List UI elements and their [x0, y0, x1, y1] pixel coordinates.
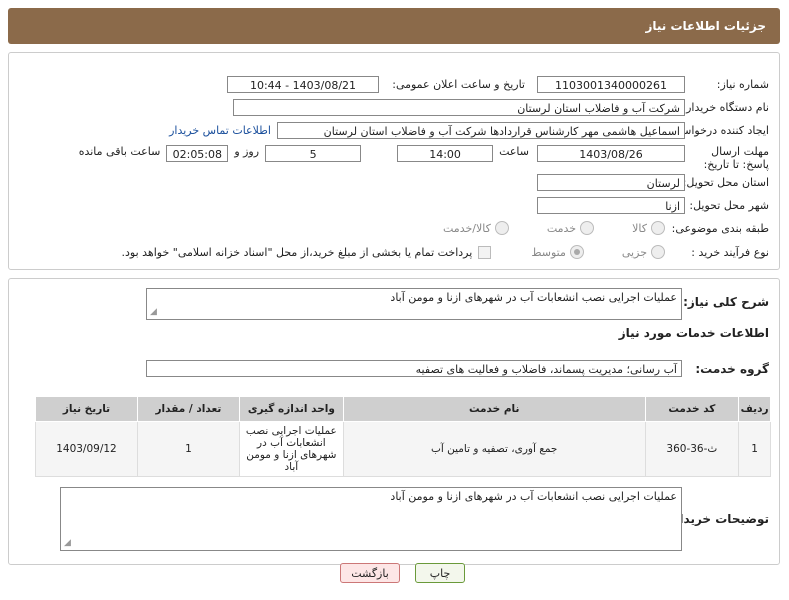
resize-handle-icon[interactable]: ◢	[150, 307, 157, 317]
process-radio-medium[interactable]	[569, 245, 584, 259]
col-header-service-code: کد خدمت	[644, 396, 740, 422]
cell-quantity: 1	[136, 421, 240, 477]
city-row: شهر محل تحویل: ازنا	[537, 197, 769, 214]
category-radio-goods[interactable]	[651, 221, 665, 235]
city-field[interactable]: ازنا	[537, 197, 685, 214]
service-group-field[interactable]: آب رسانی؛ مدیریت پسماند، فاضلاب و فعالیت…	[146, 360, 682, 377]
service-group-label: گروه خدمت:	[695, 362, 769, 376]
page-header: جزئیات اطلاعات نیاز	[8, 8, 780, 44]
days-label: روز و	[234, 145, 260, 158]
buyer-notes-label: توضیحات خریدار:	[667, 512, 769, 526]
summary-textarea[interactable]: عملیات اجرایی نصب انشعابات آب در شهرهای …	[146, 288, 682, 320]
table-header-row: ردیف کد خدمت نام خدمت واحد اندازه گیری ت…	[35, 396, 771, 422]
buyer-org-label: نام دستگاه خریدار:	[682, 101, 769, 114]
need-number-label: شماره نیاز:	[716, 78, 769, 91]
table-row[interactable]: 1 ث-36-360 جمع آوری، تصفیه و تامین آب عم…	[35, 421, 771, 477]
services-table: ردیف کد خدمت نام خدمت واحد اندازه گیری ت…	[35, 396, 771, 477]
remaining-time-field[interactable]: 02:05:08	[166, 145, 229, 162]
buyer-org-row: نام دستگاه خریدار: شرکت آب و فاضلاب استا…	[233, 99, 769, 116]
cell-service-code: ث-36-360	[644, 421, 740, 477]
cell-row-number: 1	[738, 421, 771, 477]
remaining-label: ساعت باقی مانده	[78, 145, 161, 158]
services-panel: شرح کلی نیاز: عملیات اجرایی نصب انشعابات…	[8, 278, 780, 565]
days-field[interactable]: 5	[265, 145, 362, 162]
deadline-row: مهلت ارسال پاسخ: تا تاریخ: 1403/08/26 سا…	[79, 145, 769, 171]
process-radio-minor[interactable]	[651, 245, 665, 259]
deadline-label: مهلت ارسال پاسخ: تا تاریخ:	[703, 145, 769, 171]
col-header-row-number: ردیف	[738, 396, 771, 422]
buyer-notes-textarea[interactable]: عملیات اجرایی نصب انشعابات آب در شهرهای …	[60, 487, 682, 551]
category-radio-both[interactable]	[494, 221, 509, 235]
category-row: طبقه بندی موضوعی: کالا خدمت کالا/خدمت	[443, 221, 769, 235]
col-header-quantity: تعداد / مقدار	[136, 396, 240, 422]
category-label: طبقه بندی موضوعی:	[671, 221, 769, 235]
category-radio-service[interactable]	[580, 221, 595, 235]
page-title: جزئیات اطلاعات نیاز	[645, 19, 766, 33]
resize-handle-icon[interactable]: ◢	[64, 538, 71, 548]
summary-label: شرح کلی نیاز:	[683, 295, 769, 309]
cell-unit: عملیات اجرایی نصب انشعابات آب در شهرهای …	[238, 421, 344, 477]
need-details-page: جزئیات اطلاعات نیاز شماره نیاز: 11030013…	[8, 8, 780, 565]
announce-label: تاریخ و ساعت اعلان عمومی:	[392, 78, 525, 91]
announce-field[interactable]: 1403/08/21 - 10:44	[227, 76, 379, 93]
process-row: نوع فرآیند خرید : جزیی متوسط پرداخت تمام…	[122, 245, 769, 259]
process-medium-label: متوسط	[531, 245, 566, 259]
need-number-field[interactable]: 1103001340000261	[537, 76, 685, 93]
process-label: نوع فرآیند خرید :	[691, 245, 769, 259]
cell-need-date: 1403/09/12	[35, 421, 138, 477]
province-label: استان محل تحویل:	[682, 176, 769, 189]
buyer-org-field[interactable]: شرکت آب و فاضلاب استان لرستان	[233, 99, 685, 116]
cell-service-name: جمع آوری، تصفیه و تامین آب	[342, 421, 646, 477]
services-title: اطلاعات خدمات مورد نیاز	[618, 326, 769, 340]
process-minor-label: جزیی	[621, 245, 647, 259]
category-goods-label: کالا	[632, 221, 647, 235]
col-header-unit: واحد اندازه گیری	[238, 396, 344, 422]
city-label: شهر محل تحویل:	[689, 199, 769, 212]
creator-label: ایجاد کننده درخواست:	[667, 124, 769, 137]
deadline-date-field[interactable]: 1403/08/26	[537, 145, 685, 162]
col-header-need-date: تاریخ نیاز	[35, 396, 138, 422]
province-field[interactable]: لرستان	[537, 174, 685, 191]
province-row: استان محل تحویل: لرستان	[537, 174, 769, 191]
back-button[interactable]: بازگشت	[340, 563, 400, 583]
print-button[interactable]: چاپ	[415, 563, 465, 583]
buyer-contact-link[interactable]: اطلاعات تماس خریدار	[169, 124, 271, 137]
creator-field[interactable]: اسماعیل هاشمی مهر کارشناس قراردادها شرکت…	[277, 122, 685, 139]
summary-text: عملیات اجرایی نصب انشعابات آب در شهرهای …	[390, 291, 677, 304]
buyer-notes-text: عملیات اجرایی نصب انشعابات آب در شهرهای …	[390, 490, 677, 503]
info-panel: شماره نیاز: 1103001340000261 تاریخ و ساع…	[8, 52, 780, 270]
col-header-service-name: نام خدمت	[342, 396, 646, 422]
deadline-time-field[interactable]: 14:00	[397, 145, 494, 162]
treasury-note: پرداخت تمام یا بخشی از مبلغ خرید،از محل …	[121, 245, 473, 259]
treasury-checkbox[interactable]	[478, 245, 492, 259]
need-number-row: شماره نیاز: 1103001340000261 تاریخ و ساع…	[227, 76, 769, 93]
category-both-label: کالا/خدمت	[443, 221, 491, 235]
deadline-time-label: ساعت	[499, 145, 529, 158]
creator-row: ایجاد کننده درخواست: اسماعیل هاشمی مهر ک…	[169, 122, 769, 139]
category-service-label: خدمت	[546, 221, 577, 235]
